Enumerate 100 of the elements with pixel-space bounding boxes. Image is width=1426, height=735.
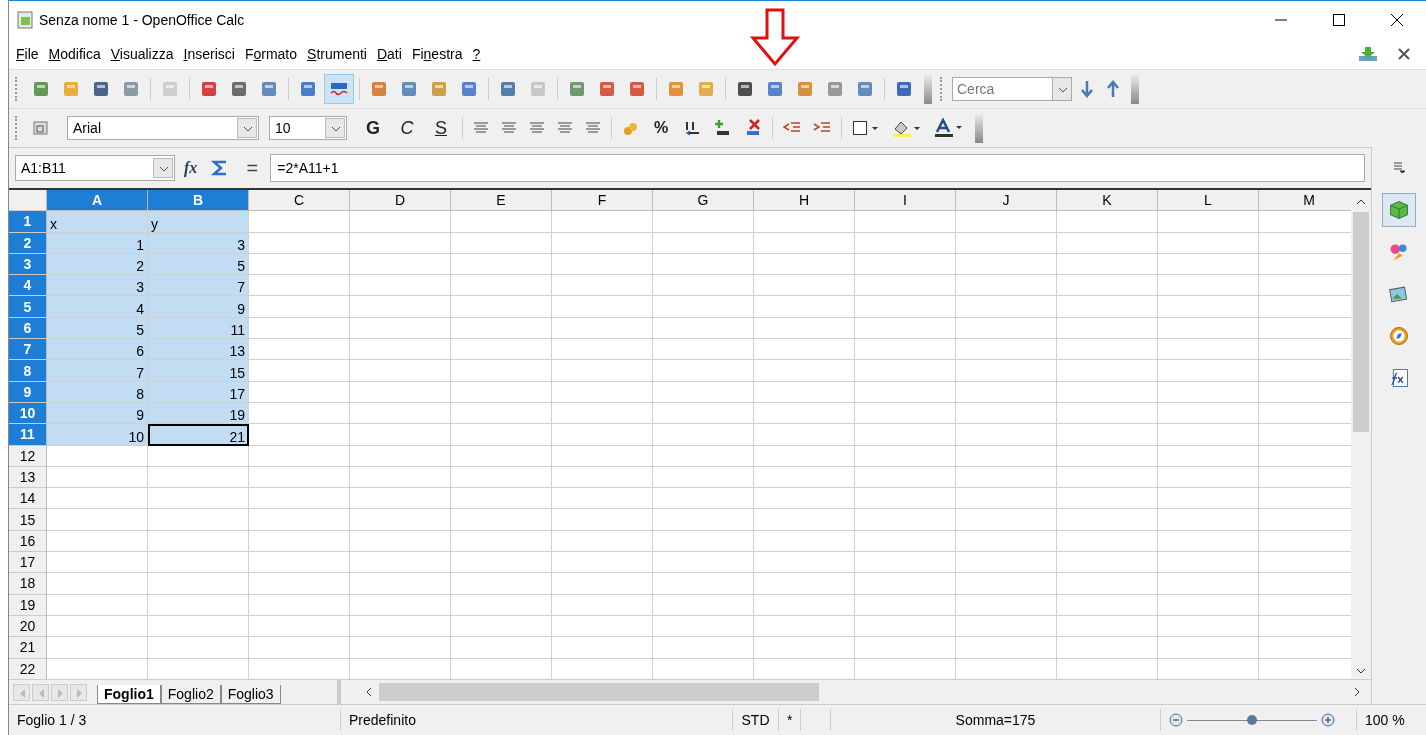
borders-icon[interactable] — [852, 119, 880, 137]
justify-icon[interactable] — [557, 120, 573, 136]
row-header[interactable]: 5 — [9, 296, 47, 318]
download-update-icon[interactable] — [1358, 46, 1378, 62]
column-header[interactable]: L — [1158, 190, 1259, 212]
toolbar-overflow-button[interactable] — [975, 113, 983, 143]
scroll-right-icon[interactable] — [1353, 687, 1361, 697]
autospellcheck-button[interactable] — [324, 74, 354, 104]
align-left-icon[interactable] — [473, 120, 489, 136]
spellcheck-underline-icon[interactable] — [329, 80, 349, 98]
row-header[interactable]: 3 — [9, 253, 47, 276]
italic-button[interactable]: C — [391, 113, 423, 143]
row-header[interactable]: 17 — [9, 552, 47, 574]
menu-item[interactable]: Dati — [372, 46, 408, 62]
zoom-slider-thumb[interactable] — [1247, 714, 1257, 725]
menu-item[interactable]: Formato — [240, 46, 304, 62]
row-header[interactable]: 2 — [9, 232, 47, 254]
toolbar-handle[interactable] — [15, 116, 19, 140]
row-header[interactable]: 19 — [9, 594, 47, 616]
row-header[interactable]: 8 — [9, 360, 47, 382]
column-header[interactable]: D — [350, 190, 451, 212]
function-button[interactable]: = — [238, 153, 267, 183]
zoom-percentage[interactable]: 100 % — [1357, 709, 1426, 731]
row-header[interactable]: 9 — [9, 381, 47, 403]
arrow-up-icon[interactable] — [1106, 80, 1120, 98]
underline-button[interactable]: S — [425, 113, 457, 143]
row-header[interactable]: 7 — [9, 339, 47, 361]
row-header[interactable]: 18 — [9, 573, 47, 595]
font-color-icon[interactable] — [934, 118, 964, 138]
sheet-last-icon[interactable] — [70, 683, 87, 701]
scrollbar-thumb[interactable] — [1353, 212, 1369, 432]
toolbar-overflow-button[interactable] — [1131, 74, 1139, 104]
toolbar-handle[interactable] — [940, 77, 944, 101]
row-header[interactable]: 21 — [9, 637, 47, 659]
column-header[interactable]: M — [1259, 190, 1351, 212]
column-header[interactable]: A — [47, 190, 148, 212]
add-decimal-icon[interactable] — [714, 119, 732, 137]
font-name-field[interactable]: Arial — [67, 116, 259, 140]
row-header[interactable]: 15 — [9, 509, 47, 531]
close-document-icon[interactable] — [1398, 48, 1410, 60]
sheet-next-icon[interactable] — [51, 683, 68, 701]
column-header[interactable]: G — [653, 190, 754, 212]
toolbar-handle[interactable] — [15, 77, 19, 101]
vertical-scrollbar[interactable] — [1351, 190, 1371, 679]
delete-decimal-icon[interactable] — [744, 119, 762, 137]
column-header[interactable]: K — [1057, 190, 1158, 212]
column-header[interactable]: F — [552, 190, 653, 212]
menu-item[interactable]: File — [12, 46, 45, 62]
menu-item[interactable]: Modifica — [44, 46, 107, 62]
row-header[interactable]: 20 — [9, 615, 47, 638]
row-header[interactable]: 1 — [9, 211, 47, 233]
menu-item[interactable]: Strumenti — [303, 46, 373, 62]
column-header[interactable]: J — [956, 190, 1057, 212]
column-header[interactable]: B — [148, 190, 249, 212]
column-header[interactable]: H — [754, 190, 855, 212]
row-header[interactable]: 12 — [9, 445, 47, 467]
row-header[interactable]: 10 — [9, 402, 47, 425]
align-right-icon[interactable] — [529, 120, 545, 136]
column-header[interactable]: E — [451, 190, 552, 212]
formula-input[interactable]: =2*A11+1 — [270, 154, 1365, 182]
align-center-icon[interactable] — [501, 120, 517, 136]
menu-item[interactable]: ? — [468, 46, 487, 62]
fill-bucket-icon[interactable] — [892, 119, 922, 137]
sheet-tab[interactable]: Foglio2 — [160, 685, 221, 704]
zoom-in-icon[interactable] — [1321, 713, 1335, 727]
row-header[interactable]: 14 — [9, 488, 47, 510]
column-header[interactable]: I — [855, 190, 956, 212]
font-size-field[interactable]: 10 — [269, 116, 347, 140]
row-header[interactable]: 6 — [9, 317, 47, 340]
arrow-down-icon[interactable] — [1080, 80, 1094, 98]
toolbar-overflow-button[interactable] — [924, 74, 932, 104]
zoom-out-icon[interactable] — [1169, 713, 1183, 727]
styles-window-icon[interactable] — [32, 119, 50, 137]
scroll-down-icon[interactable] — [1356, 667, 1366, 675]
percent-button[interactable]: % — [645, 113, 677, 143]
sidebar-menu-icon[interactable] — [1393, 161, 1405, 173]
chevron-down-icon[interactable] — [1052, 77, 1072, 101]
sheet-previous-icon[interactable] — [32, 683, 49, 701]
menu-item[interactable]: Visualizza — [106, 46, 180, 62]
scroll-left-icon[interactable] — [365, 687, 373, 697]
sheet-tab[interactable]: Foglio3 — [220, 685, 281, 704]
close-icon[interactable] — [1391, 14, 1403, 26]
scrollbar-thumb[interactable] — [379, 683, 819, 701]
name-box[interactable]: A1:B11 — [15, 155, 175, 181]
row-header[interactable]: 13 — [9, 466, 47, 489]
function-wizard-button[interactable]: fx — [179, 153, 203, 183]
row-header[interactable]: 4 — [9, 275, 47, 297]
menu-item[interactable]: Inserisci — [179, 46, 241, 62]
maximize-icon[interactable] — [1333, 14, 1345, 26]
menu-item[interactable]: Finestra — [407, 46, 469, 62]
row-header[interactable]: 16 — [9, 530, 47, 553]
number-format-icon[interactable] — [684, 119, 702, 137]
scroll-up-icon[interactable] — [1356, 198, 1366, 206]
cube-icon[interactable] — [1382, 193, 1416, 227]
select-all-corner[interactable] — [9, 190, 47, 212]
sheet-tab[interactable]: Foglio1 — [97, 685, 161, 704]
sheet-first-icon[interactable] — [13, 683, 30, 701]
bold-button[interactable]: G — [357, 113, 389, 143]
row-header[interactable]: 22 — [9, 658, 47, 679]
row-header[interactable]: 11 — [9, 424, 47, 446]
